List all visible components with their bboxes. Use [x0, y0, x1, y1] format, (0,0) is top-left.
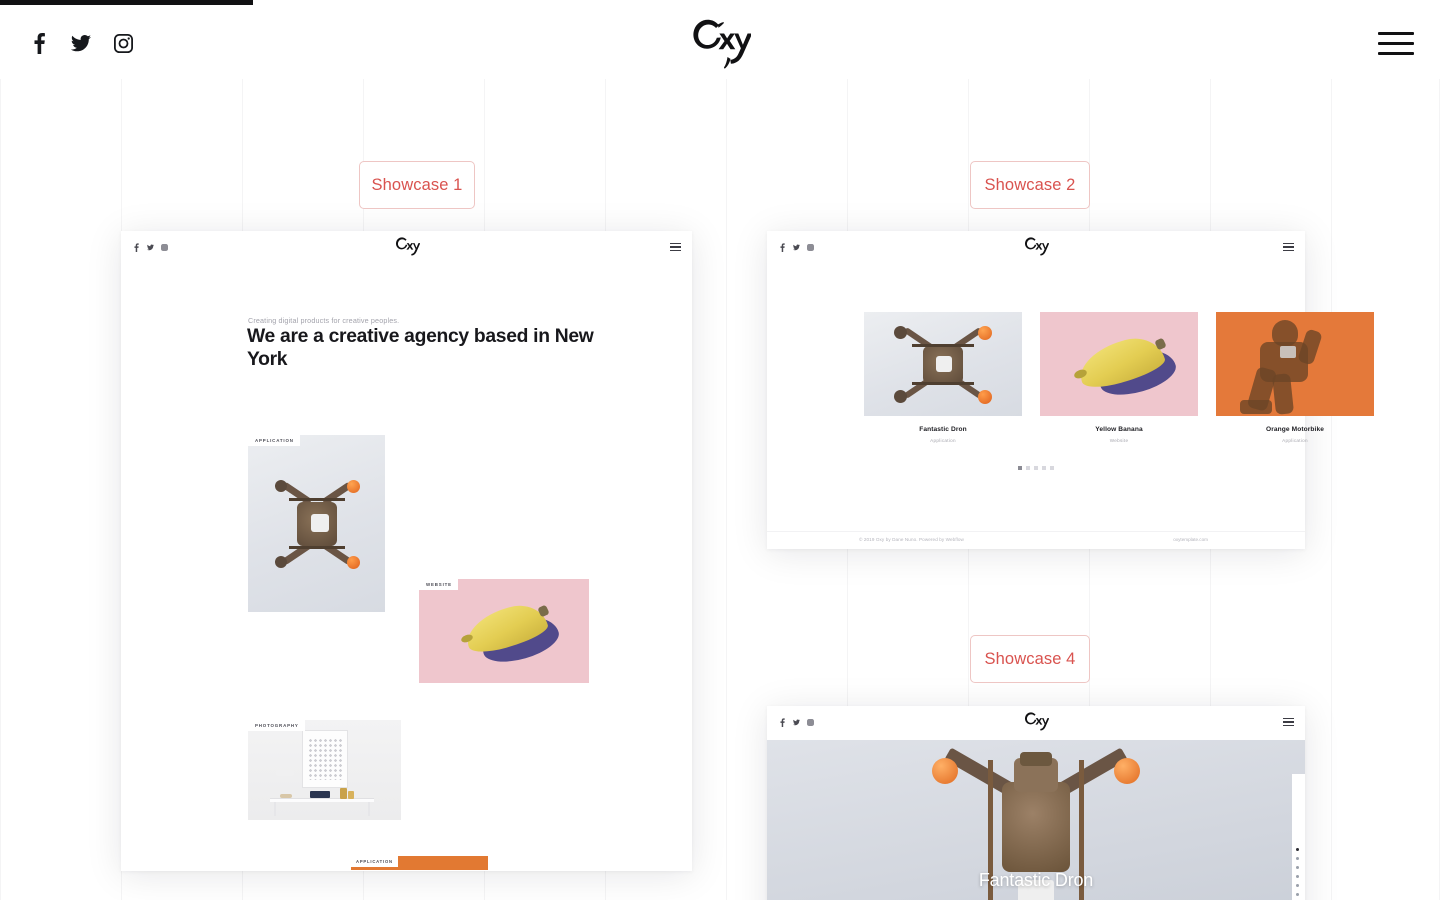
project-grid: Fantastic Dron Application Yellow Banana…	[864, 312, 1404, 462]
slider-dot[interactable]	[1026, 466, 1030, 470]
hamburger-line-2	[1378, 41, 1414, 45]
project-slider-dots[interactable]	[1018, 466, 1054, 470]
preview-2-topbar	[767, 231, 1305, 265]
project-category: Application	[930, 438, 956, 443]
hamburger-line-3	[1378, 51, 1414, 55]
facebook-icon[interactable]	[779, 718, 786, 727]
showcase-4-button[interactable]: Showcase 4	[970, 635, 1090, 683]
slider-dot[interactable]	[1042, 466, 1046, 470]
social-links	[28, 31, 134, 55]
preview-2-social	[779, 243, 814, 252]
preview-4-logo[interactable]	[1023, 710, 1049, 734]
project-thumb-banana	[1040, 312, 1198, 416]
project-card[interactable]: Orange Motorbike Application	[1216, 312, 1374, 462]
orange-strip-shot[interactable]: APPLICATION	[351, 856, 488, 870]
preview-2-menu-button[interactable]	[1283, 243, 1294, 252]
project-title: Fantastic Dron	[919, 426, 967, 433]
twitter-icon[interactable]	[793, 718, 800, 727]
project-card[interactable]: Fantastic Dron Application	[864, 312, 1022, 462]
shot-tag: PHOTOGRAPHY	[248, 720, 305, 731]
showcase-1-eyebrow: Creating digital products for creative p…	[248, 316, 400, 325]
project-card[interactable]: Yellow Banana Website	[1040, 312, 1198, 462]
showcase-1-headline: We are a creative agency based in New Yo…	[247, 326, 594, 371]
slider-dot[interactable]	[1296, 857, 1299, 860]
shot-tag: APPLICATION	[248, 435, 300, 446]
project-title: Orange Motorbike	[1265, 426, 1325, 433]
preview-2-footer: © 2019 Oxy by Dane Nuno. Powered by Webf…	[767, 531, 1305, 549]
showcase-4-hero-title: Fantastic Dron	[978, 870, 1094, 890]
instagram-icon[interactable]	[807, 718, 814, 727]
hero-slider-dots[interactable]	[1296, 848, 1299, 900]
scroll-progress-bar	[0, 0, 253, 5]
preview-4-social	[779, 718, 814, 727]
banana-shot[interactable]: WEBSITE	[419, 579, 589, 683]
slider-dot[interactable]	[1296, 848, 1299, 851]
project-title: Yellow Banana	[1095, 426, 1143, 433]
twitter-icon[interactable]	[793, 243, 800, 252]
shot-tag: APPLICATION	[351, 856, 398, 867]
showcase-4-preview[interactable]: Fantastic Dron VIEW PROJECT	[767, 706, 1305, 900]
facebook-icon[interactable]	[779, 243, 786, 252]
showcase-4-hero-image[interactable]: Fantastic Dron VIEW PROJECT	[767, 740, 1305, 900]
showcase-2-preview[interactable]: Fantastic Dron Application Yellow Banana…	[767, 231, 1374, 549]
preview-1-social	[133, 243, 168, 252]
twitter-icon[interactable]	[147, 243, 154, 252]
instagram-icon[interactable]	[161, 243, 168, 252]
drone-shot[interactable]: APPLICATION	[248, 435, 385, 612]
project-thumb-drone	[864, 312, 1022, 416]
preview-1-topbar	[121, 231, 692, 265]
photography-photo	[248, 720, 401, 820]
preview-1-menu-button[interactable]	[670, 243, 681, 252]
preview-2-logo[interactable]	[1023, 235, 1049, 259]
showcase-1-preview[interactable]: Creating digital products for creative p…	[121, 231, 692, 871]
project-category: Application	[1282, 438, 1308, 443]
menu-button[interactable]	[1374, 26, 1418, 60]
preview-4-menu-button[interactable]	[1283, 718, 1294, 727]
showcase-1-button[interactable]: Showcase 1	[359, 161, 475, 209]
preview-1-logo[interactable]	[394, 235, 420, 259]
slider-dot[interactable]	[1018, 466, 1022, 470]
slider-dot[interactable]	[1050, 466, 1054, 470]
twitter-icon[interactable]	[70, 31, 92, 55]
page-root: Showcase 1 Showcase 2 Showcase 4 Creatin…	[0, 0, 1440, 900]
slider-dot[interactable]	[1296, 893, 1299, 896]
facebook-icon[interactable]	[133, 243, 140, 252]
project-thumb-motorbike	[1216, 312, 1374, 416]
footer-site-url[interactable]: oxytemplate.com	[1173, 537, 1208, 542]
preview-4-topbar	[767, 706, 1305, 740]
facebook-icon[interactable]	[28, 31, 50, 55]
drone-photo	[248, 435, 385, 612]
project-category: Website	[1109, 438, 1129, 443]
slider-dot[interactable]	[1296, 884, 1299, 887]
shot-tag: WEBSITE	[419, 579, 458, 590]
slider-dot[interactable]	[1296, 866, 1299, 869]
banana-photo	[419, 579, 589, 683]
slider-dot[interactable]	[1034, 466, 1038, 470]
showcase-2-button[interactable]: Showcase 2	[970, 161, 1090, 209]
brand-logo[interactable]	[686, 12, 754, 74]
photography-shot[interactable]: PHOTOGRAPHY	[248, 720, 401, 820]
instagram-icon[interactable]	[112, 31, 134, 55]
page-header	[0, 0, 1440, 86]
slider-dot[interactable]	[1296, 875, 1299, 878]
hamburger-line-1	[1378, 31, 1414, 35]
instagram-icon[interactable]	[807, 243, 814, 252]
footer-copyright: © 2019 Oxy by Dane Nuno. Powered by Webf…	[859, 537, 964, 542]
